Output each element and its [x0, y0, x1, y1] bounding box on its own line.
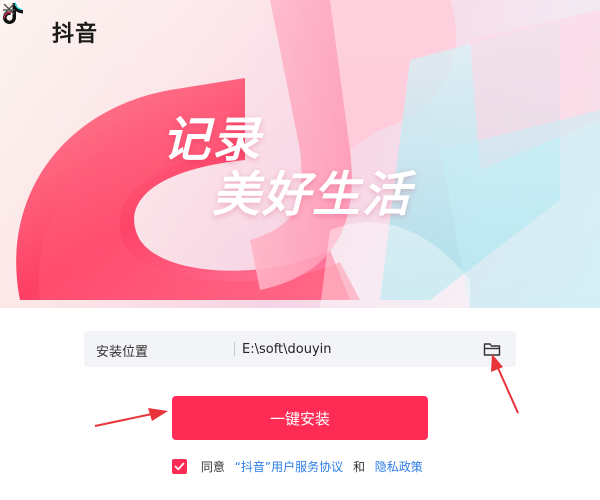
app-title: 抖音	[52, 22, 99, 47]
user-agreement-link[interactable]: “抖音”用户服务协议	[235, 460, 343, 474]
privacy-policy-link[interactable]: 隐私政策	[375, 460, 423, 474]
path-divider	[234, 342, 235, 356]
hero-banner: 抖音 记录 美好生活	[0, 0, 600, 308]
agree-checkbox[interactable]	[172, 459, 187, 474]
agree-conjunction: 和	[352, 460, 365, 474]
agree-prefix: 同意	[200, 460, 225, 474]
install-path-label: 安装位置	[96, 345, 149, 360]
agreement-row: 同意 “抖音”用户服务协议 和 隐私政策	[172, 458, 423, 476]
install-path-field: 安装位置	[84, 331, 516, 367]
install-path-input[interactable]	[240, 336, 476, 362]
checkbox-checked-icon	[174, 462, 185, 471]
title-bar: 抖音	[0, 0, 600, 60]
arrow-to-install-button	[94, 408, 168, 427]
folder-icon[interactable]	[482, 339, 502, 359]
slogan-line-2: 美好生活	[212, 167, 413, 223]
close-icon[interactable]	[0, 0, 18, 18]
one-click-install-button[interactable]: 一键安装	[172, 396, 428, 440]
installer-window: 抖音 记录 美好生活 安装位置 一键安装	[0, 0, 600, 500]
